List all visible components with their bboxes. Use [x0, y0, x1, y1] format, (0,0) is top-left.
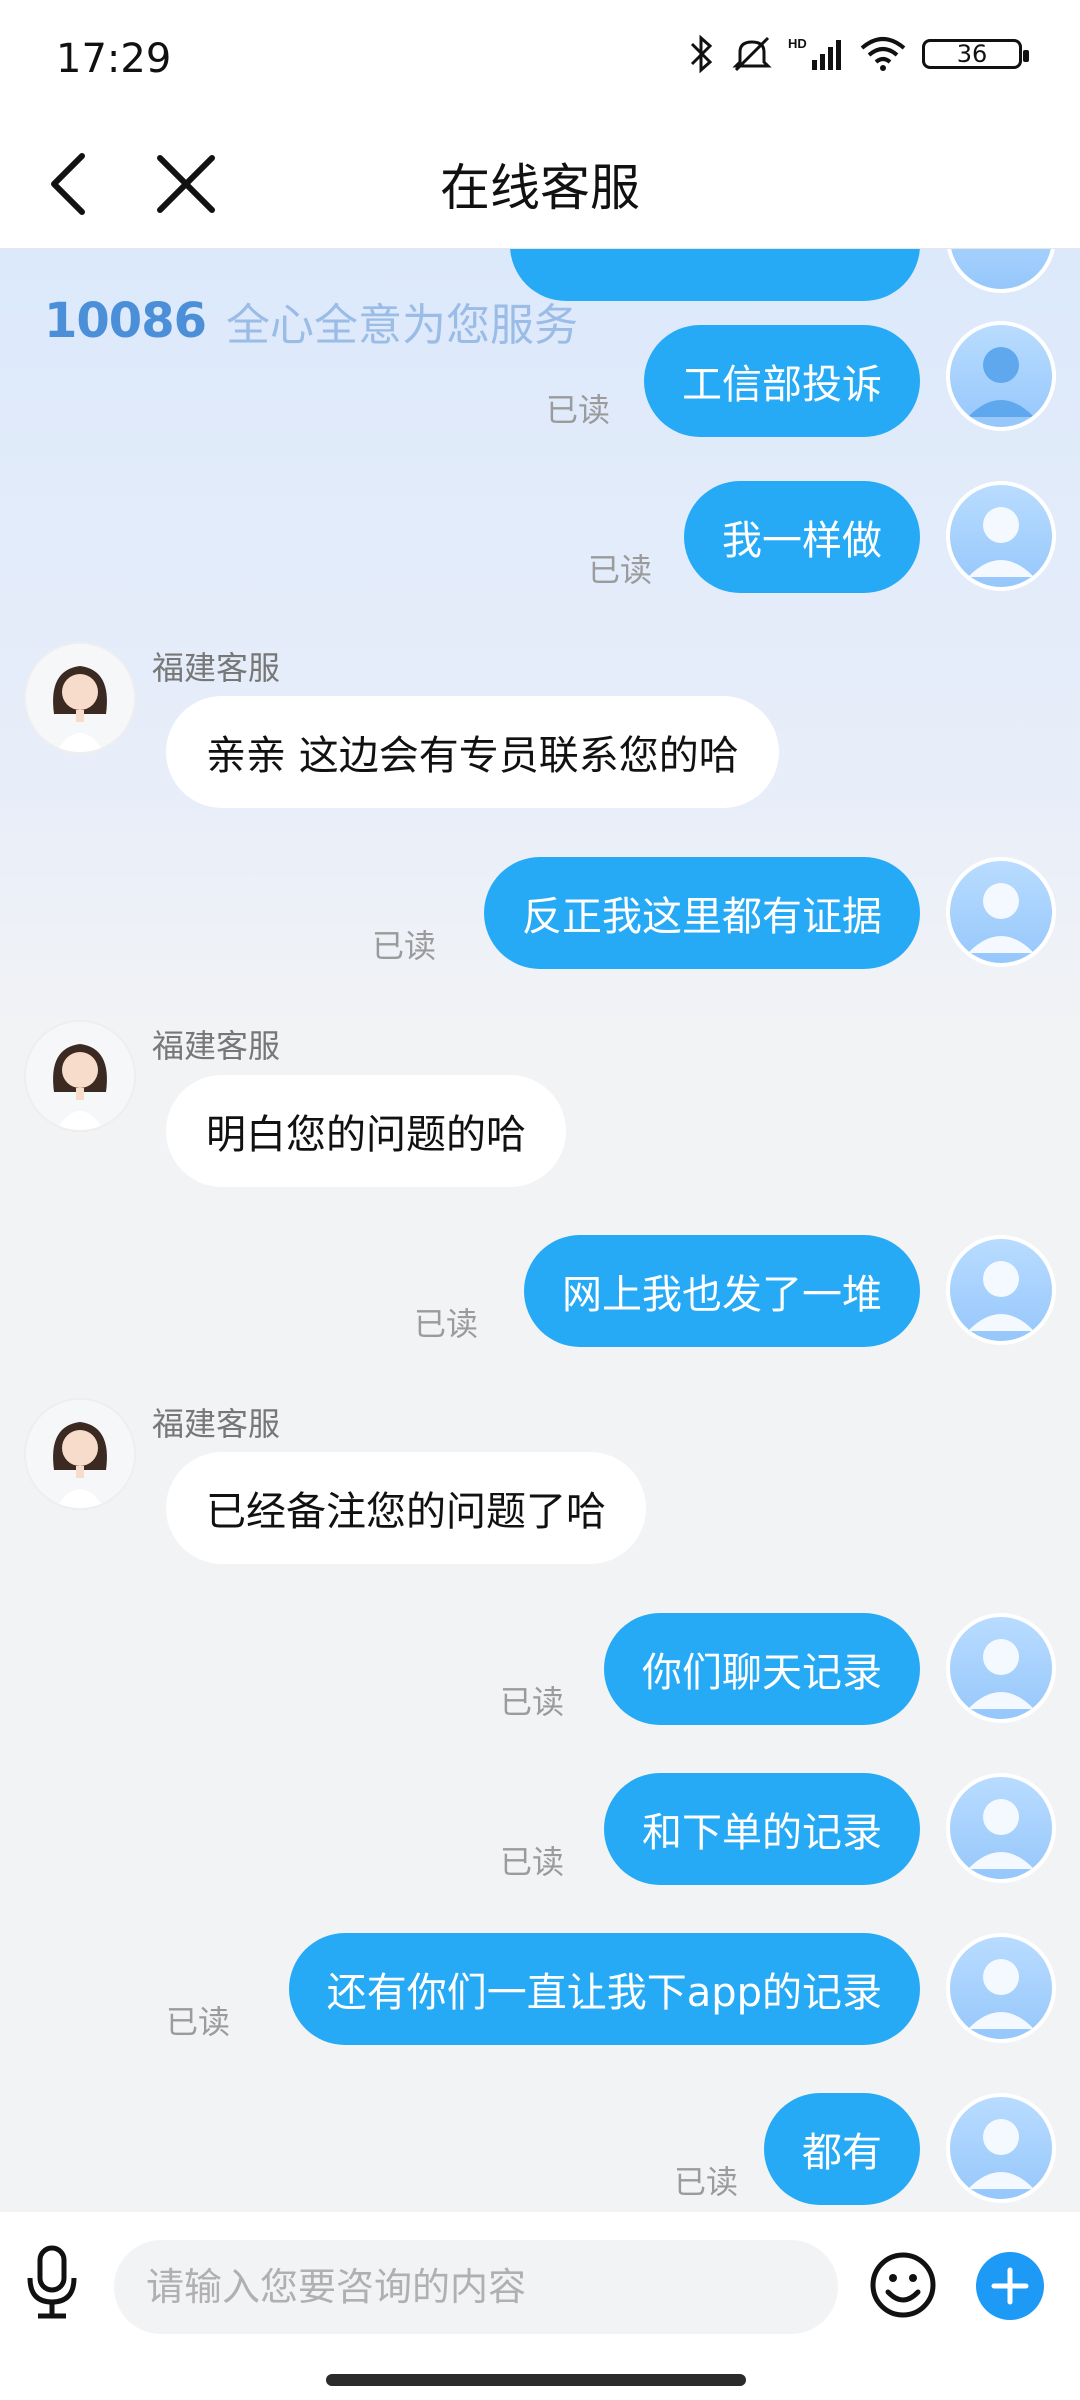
message-bubble-user[interactable]: 和下单的记录 — [604, 1773, 920, 1885]
battery-icon: 36 — [922, 39, 1029, 69]
signal-icon: HD — [788, 36, 841, 70]
mute-icon — [732, 36, 772, 72]
user-avatar-icon[interactable] — [946, 481, 1056, 591]
emoji-icon[interactable] — [868, 2250, 938, 2320]
status-bar: 17:29 HD 36 — [0, 0, 1080, 120]
message-bubble-user[interactable]: 反正我这里都有证据 — [484, 857, 920, 969]
status-time: 17:29 — [56, 36, 172, 82]
user-silhouette-icon — [968, 1959, 1034, 2029]
user-avatar-icon — [946, 249, 1056, 293]
message-bubble-user[interactable]: 还有你们一直让我下app的记录 — [288, 1933, 920, 2045]
message-bubble-user[interactable]: 网上我也发了一堆 — [524, 1235, 920, 1347]
read-status: 已读 — [166, 2003, 231, 2041]
nav-bar: 在线客服 — [0, 120, 1080, 249]
user-avatar-icon[interactable] — [946, 1613, 1056, 1723]
battery-level: 36 — [956, 40, 988, 68]
user-silhouette-icon — [968, 1639, 1034, 1709]
message-bubble-agent[interactable]: 亲亲 这边会有专员联系您的哈 — [166, 696, 779, 808]
wifi-icon — [860, 37, 906, 71]
user-avatar-icon[interactable] — [946, 1235, 1056, 1345]
bluetooth-icon — [690, 34, 713, 74]
read-status: 已读 — [674, 2163, 739, 2201]
home-indicator[interactable] — [326, 2374, 746, 2386]
plus-button[interactable] — [976, 2252, 1044, 2320]
user-avatar-icon[interactable] — [946, 1933, 1056, 2043]
message-input[interactable] — [114, 2240, 838, 2334]
read-status: 已读 — [546, 391, 611, 429]
user-silhouette-icon — [968, 2119, 1034, 2189]
home-indicator-area — [0, 2354, 1080, 2400]
brand-banner: 10086 全心全意为您服务 — [44, 289, 578, 353]
read-status: 已读 — [500, 1843, 565, 1881]
read-status: 已读 — [414, 1305, 479, 1343]
input-bar — [0, 2212, 1080, 2354]
message-bubble-agent[interactable]: 明白您的问题的哈 — [166, 1075, 566, 1187]
message-bubble-user[interactable]: 你们聊天记录 — [604, 1613, 920, 1725]
brand-logo: 10086 — [44, 293, 207, 349]
page-title: 在线客服 — [440, 159, 640, 217]
read-status: 已读 — [372, 927, 437, 965]
agent-avatar[interactable] — [24, 642, 136, 754]
status-icons: HD 36 — [686, 34, 1029, 74]
message-bubble-user[interactable]: 我一样做 — [684, 481, 920, 593]
user-avatar-icon[interactable] — [946, 1773, 1056, 1883]
user-silhouette-icon — [968, 1261, 1034, 1331]
brand-slogan: 全心全意为您服务 — [226, 300, 578, 351]
user-avatar-icon[interactable] — [946, 857, 1056, 967]
user-avatar-icon[interactable] — [946, 321, 1056, 431]
agent-name: 福建客服 — [152, 1405, 281, 1443]
microphone-icon[interactable] — [24, 2244, 80, 2320]
agent-photo-icon — [26, 1022, 134, 1130]
message-bubble-agent[interactable]: 已经备注您的问题了哈 — [166, 1452, 646, 1564]
svg-text:HD: HD — [788, 36, 807, 51]
message-bubble-user[interactable]: 工信部投诉 — [644, 325, 920, 437]
user-silhouette-icon — [968, 1799, 1034, 1869]
agent-avatar[interactable] — [24, 1020, 136, 1132]
agent-name: 福建客服 — [152, 1027, 281, 1065]
user-silhouette-icon — [968, 883, 1034, 953]
user-avatar-icon[interactable] — [946, 2093, 1056, 2203]
read-status: 已读 — [588, 551, 653, 589]
agent-photo-icon — [26, 1400, 134, 1508]
agent-photo-icon — [26, 644, 134, 752]
user-silhouette-icon — [968, 507, 1034, 577]
read-status: 已读 — [500, 1683, 565, 1721]
agent-avatar[interactable] — [24, 1398, 136, 1510]
chat-area[interactable]: 10086 全心全意为您服务 已读 工信部投诉 已读 我一样做 福建客服 亲亲 … — [0, 249, 1080, 2212]
message-bubble-user[interactable]: 都有 — [764, 2093, 920, 2205]
agent-name: 福建客服 — [152, 649, 281, 687]
user-silhouette-icon — [968, 347, 1034, 417]
plus-icon — [991, 2267, 1029, 2305]
